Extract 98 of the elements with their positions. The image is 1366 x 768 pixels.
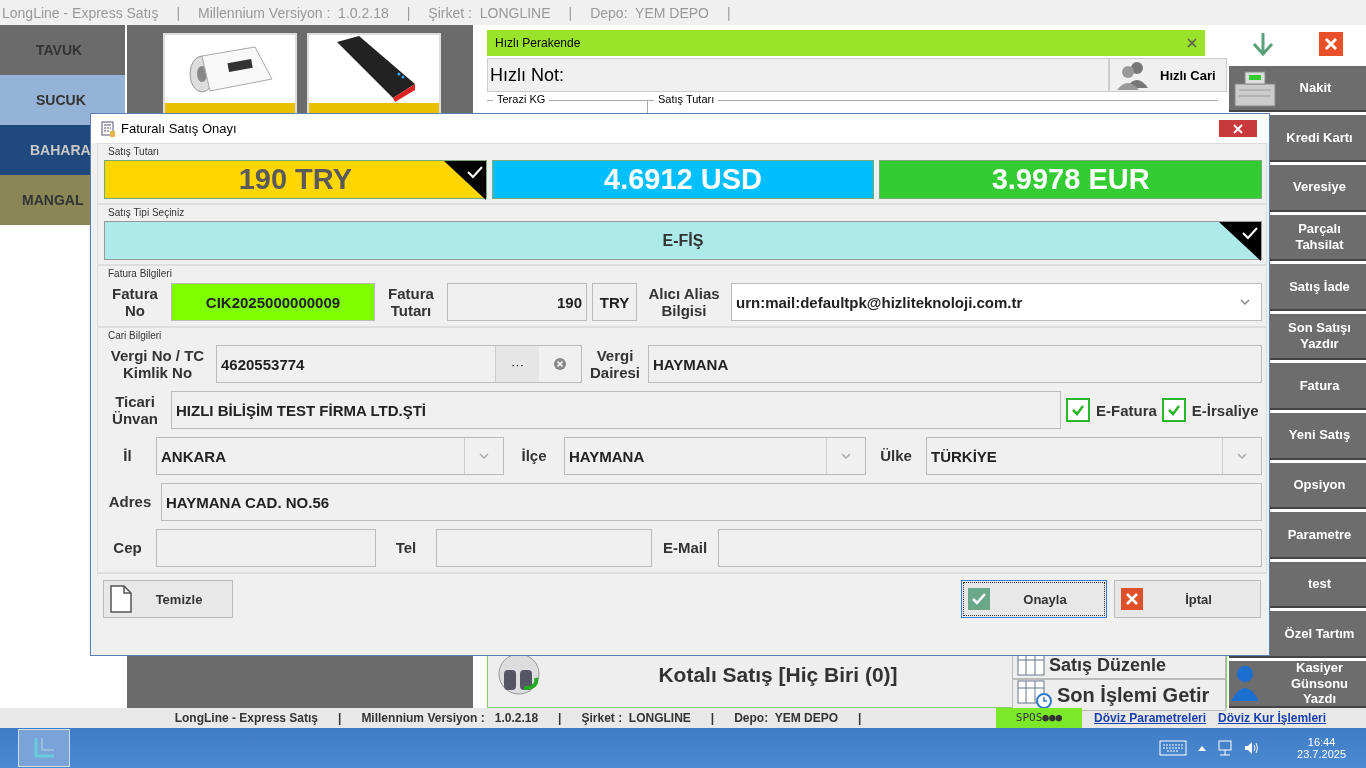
network-icon[interactable] bbox=[1217, 740, 1234, 756]
address-field[interactable]: HAYMANA CAD. NO.56 bbox=[161, 483, 1262, 521]
check-icon bbox=[1071, 404, 1085, 416]
status-link[interactable]: Döviz Kur İşlemleri bbox=[1218, 711, 1327, 725]
status-text: Depo: YEM DEPO bbox=[734, 711, 838, 725]
status-text: | bbox=[710, 711, 715, 725]
cancel-button[interactable]: İptal bbox=[1114, 580, 1261, 618]
title-text: | bbox=[406, 4, 411, 21]
field-label: Ticari Ünvan bbox=[111, 392, 159, 428]
email-field[interactable] bbox=[718, 529, 1262, 567]
cash-register-icon bbox=[1231, 69, 1279, 110]
field-label: Fatura No bbox=[111, 284, 159, 320]
field-label: Adres bbox=[107, 493, 153, 511]
close-icon bbox=[1233, 123, 1243, 134]
status-text: LongLine - Express Satış bbox=[174, 711, 318, 725]
clock-time[interactable]: 16:44 bbox=[1307, 736, 1336, 748]
status-text: Şirket : LONGLINE bbox=[581, 711, 691, 725]
status-text: | bbox=[558, 711, 562, 725]
spos-indicator: SPOS●●● bbox=[996, 708, 1082, 728]
title-text: LongLine - Express Satış bbox=[2, 4, 159, 21]
action-button[interactable]: Kasiyer Günsonu Yazdı bbox=[1229, 661, 1366, 708]
chevron-down-icon bbox=[1239, 298, 1251, 306]
confirm-button[interactable]: Onayla bbox=[961, 580, 1107, 618]
checkbox-box[interactable] bbox=[1161, 398, 1186, 422]
speaker-icon[interactable] bbox=[1243, 740, 1260, 756]
field-label: Tel bbox=[394, 539, 418, 557]
field-label: Cep bbox=[112, 539, 143, 557]
status-link[interactable]: Döviz Parametreleri bbox=[1094, 711, 1207, 725]
field-label: Fatura Tutarı bbox=[387, 284, 435, 320]
district-dropdown[interactable]: HAYMANA bbox=[564, 437, 866, 475]
field-label: Ülke bbox=[879, 447, 913, 465]
close-icon[interactable] bbox=[1319, 31, 1344, 56]
sale-type-tile[interactable]: E-FİŞ bbox=[104, 221, 1262, 260]
check-icon bbox=[1166, 404, 1181, 416]
title-text: | bbox=[726, 4, 731, 21]
checkbox[interactable]: E-Fatura bbox=[1066, 398, 1157, 422]
invoice-total-field[interactable]: 190 bbox=[447, 283, 587, 321]
tax-office-field[interactable]: HAYMANA bbox=[648, 345, 1262, 383]
last-transaction-button[interactable]: Son İşlemi Getir bbox=[1012, 679, 1226, 711]
people-icon bbox=[1116, 60, 1150, 90]
amount-tile[interactable]: 190 TRY bbox=[104, 160, 487, 199]
check-icon bbox=[968, 588, 990, 610]
field-label: Vergi No / TC Kimlik No bbox=[109, 346, 206, 382]
calculator-icon bbox=[101, 120, 115, 137]
action-button[interactable]: Nakit bbox=[1229, 65, 1366, 113]
title-text: | bbox=[176, 4, 181, 21]
title-text: Depo: YEM DEPO bbox=[590, 4, 709, 21]
selected-check-icon bbox=[443, 161, 486, 200]
alias-dropdown[interactable]: urn:mail:defaultpk@hizliteknoloji.com.tr bbox=[731, 283, 1262, 321]
clear-button[interactable]: Temizle bbox=[103, 580, 233, 618]
cancel-icon bbox=[1121, 588, 1143, 610]
checkbox-box[interactable] bbox=[1066, 398, 1090, 422]
clock-date[interactable]: 23.7.2025 bbox=[1297, 748, 1346, 760]
browse-button[interactable]: ··· bbox=[495, 346, 539, 382]
calendar-clock-icon bbox=[1017, 680, 1053, 710]
title-text: Millennium Versiyon : 1.0.2.18 bbox=[198, 4, 389, 21]
currency-field: TRY bbox=[592, 283, 637, 321]
chevron-down-icon bbox=[840, 452, 852, 460]
note-field[interactable]: Hızlı Not: bbox=[487, 58, 1109, 92]
up-caret-icon[interactable] bbox=[1197, 744, 1208, 752]
quota-sale-text: Kotalı Satış [Hiç Biri (0)] bbox=[657, 663, 899, 687]
checkbox-label: E-Fatura bbox=[1096, 401, 1157, 419]
status-text: Millennium Versiyon : 1.0.2.18 bbox=[361, 711, 539, 725]
status-text: | bbox=[858, 711, 862, 725]
company-title-field[interactable]: HIZLI BİLİŞİM TEST FİRMA LTD.ŞTİ bbox=[171, 391, 1061, 429]
panel-tab[interactable]: Hızlı Perakende bbox=[487, 30, 1205, 56]
status-text: | bbox=[338, 711, 342, 725]
document-icon bbox=[110, 585, 132, 613]
field-label: E-Mail bbox=[661, 539, 709, 557]
field-label: İl bbox=[122, 447, 133, 465]
title-text: | bbox=[568, 4, 573, 21]
app-taskbar-button[interactable] bbox=[18, 729, 70, 767]
field-label: Alıcı Alias Bilgisi bbox=[647, 284, 721, 320]
field-label: İlçe bbox=[520, 447, 548, 465]
mobile-field[interactable] bbox=[156, 529, 376, 567]
person-icon bbox=[1231, 665, 1259, 701]
group-title: Terazi KG bbox=[493, 93, 550, 105]
clear-icon[interactable] bbox=[553, 357, 567, 371]
product-tile[interactable] bbox=[307, 33, 441, 115]
tab-title: Hızlı Perakende bbox=[495, 36, 581, 50]
phone-field[interactable] bbox=[436, 529, 652, 567]
chevron-down-icon bbox=[1236, 452, 1248, 460]
keyboard-icon[interactable] bbox=[1159, 740, 1188, 756]
field-label: Vergi Dairesi bbox=[588, 346, 641, 382]
down-arrow-icon[interactable] bbox=[1251, 30, 1274, 57]
title-text: Şirket : LONGLINE bbox=[428, 4, 551, 21]
close-button[interactable] bbox=[1219, 120, 1257, 137]
product-tile[interactable] bbox=[163, 33, 297, 115]
close-icon[interactable] bbox=[1187, 38, 1197, 48]
quick-customer-button[interactable]: Hızlı Cari bbox=[1109, 58, 1227, 92]
chevron-down-icon bbox=[478, 452, 490, 460]
country-dropdown[interactable]: TÜRKİYE bbox=[926, 437, 1262, 475]
selected-check-icon bbox=[1219, 222, 1261, 261]
province-dropdown[interactable]: ANKARA bbox=[156, 437, 504, 475]
invoice-number-field[interactable]: CIK2025000000009 bbox=[171, 283, 375, 321]
group-title: Satış Tutarı bbox=[654, 93, 719, 105]
tax-number-field[interactable]: 4620553774 ··· bbox=[216, 345, 582, 383]
category-button[interactable]: SUCUK bbox=[0, 75, 125, 125]
